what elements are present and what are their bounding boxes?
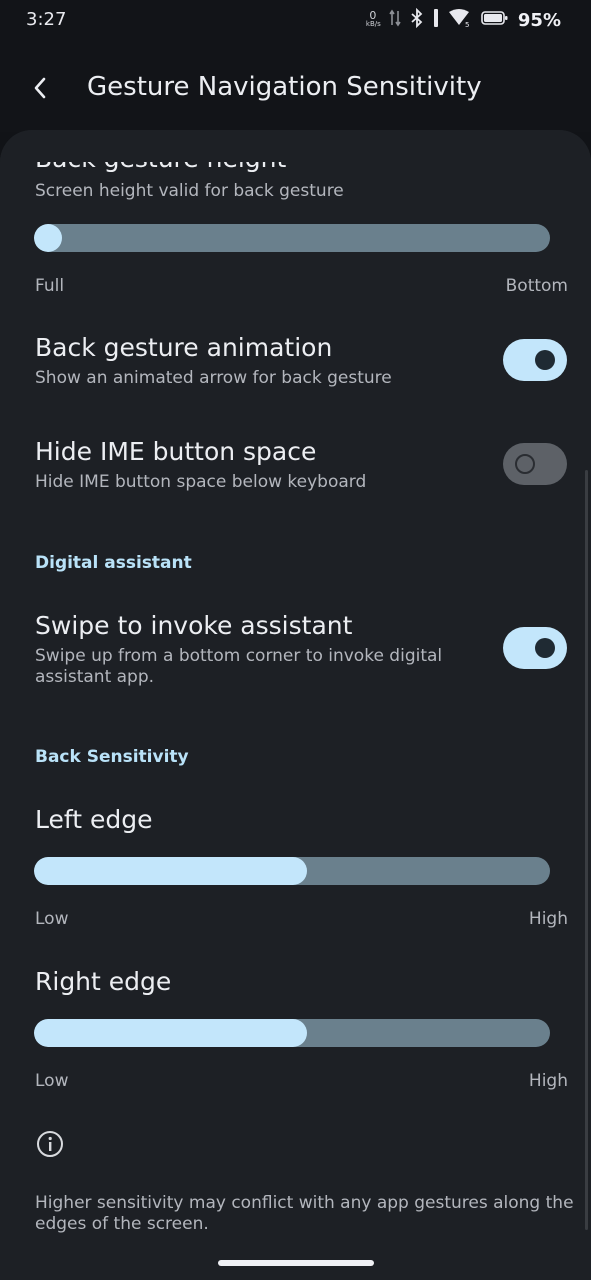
back-gesture-height-slider[interactable]	[34, 224, 550, 252]
back-gesture-animation-toggle[interactable]	[503, 339, 567, 381]
right-edge-title: Right edge	[35, 967, 172, 996]
left-edge-min-label: Low	[35, 909, 69, 929]
settings-list[interactable]: Back gesture height Screen height valid …	[0, 130, 591, 1280]
chevron-left-icon	[33, 77, 47, 103]
status-bar: 3:27 0 kB/s 5 95%	[0, 0, 591, 44]
data-activity-icon	[389, 9, 401, 31]
right-edge-max-label: High	[528, 1071, 568, 1091]
network-speed-unit: kB/s	[365, 20, 381, 28]
gesture-nav-handle[interactable]	[218, 1260, 374, 1266]
battery-percent: 95%	[517, 9, 561, 31]
swipe-assistant-toggle[interactable]	[503, 627, 567, 669]
section-header-digital-assistant: Digital assistant	[35, 553, 192, 573]
network-speed: 0 kB/s	[365, 9, 381, 28]
right-edge-min-label: Low	[35, 1071, 69, 1091]
svg-text:5: 5	[465, 21, 469, 28]
page-title: Gesture Navigation Sensitivity	[87, 72, 482, 102]
scroll-clip	[0, 130, 591, 162]
slider-active-track	[34, 1019, 308, 1047]
back-gesture-animation-summary: Show an animated arrow for back gesture	[35, 368, 392, 388]
status-icons: 0 kB/s 5 95%	[365, 7, 561, 32]
section-header-back-sensitivity: Back Sensitivity	[35, 747, 189, 767]
footer-note: Higher sensitivity may conflict with any…	[35, 1193, 574, 1234]
toggle-thumb	[535, 350, 555, 370]
slider-active-track	[34, 857, 308, 885]
battery-icon	[481, 10, 509, 30]
left-edge-slider[interactable]	[34, 857, 550, 885]
slider-max-label: Bottom	[505, 276, 568, 296]
wifi-icon: 5	[448, 8, 472, 32]
slider-min-label: Full	[35, 276, 65, 296]
hide-ime-toggle[interactable]	[503, 443, 567, 485]
left-edge-title: Left edge	[35, 805, 153, 834]
back-gesture-animation-title: Back gesture animation	[35, 333, 333, 362]
left-edge-max-label: High	[528, 909, 568, 929]
bluetooth-icon	[410, 7, 424, 32]
back-button[interactable]	[22, 72, 58, 108]
swipe-assistant-summary: Swipe up from a bottom corner to invoke …	[35, 646, 443, 687]
info-icon	[36, 1130, 64, 1158]
hide-ime-title: Hide IME button space	[35, 437, 317, 466]
network-speed-value: 0	[369, 9, 377, 22]
app-bar: Gesture Navigation Sensitivity	[0, 44, 591, 132]
hide-ime-summary: Hide IME button space below keyboard	[35, 472, 367, 492]
swipe-assistant-title: Swipe to invoke assistant	[35, 611, 353, 640]
back-gesture-height-summary: Screen height valid for back gesture	[35, 181, 344, 201]
status-time: 3:27	[26, 9, 67, 30]
toggle-thumb	[535, 638, 555, 658]
scrollbar[interactable]	[585, 470, 588, 1230]
slider-thumb[interactable]	[34, 224, 62, 252]
toggle-thumb	[515, 454, 535, 474]
right-edge-slider[interactable]	[34, 1019, 550, 1047]
vibrate-icon	[433, 8, 439, 32]
